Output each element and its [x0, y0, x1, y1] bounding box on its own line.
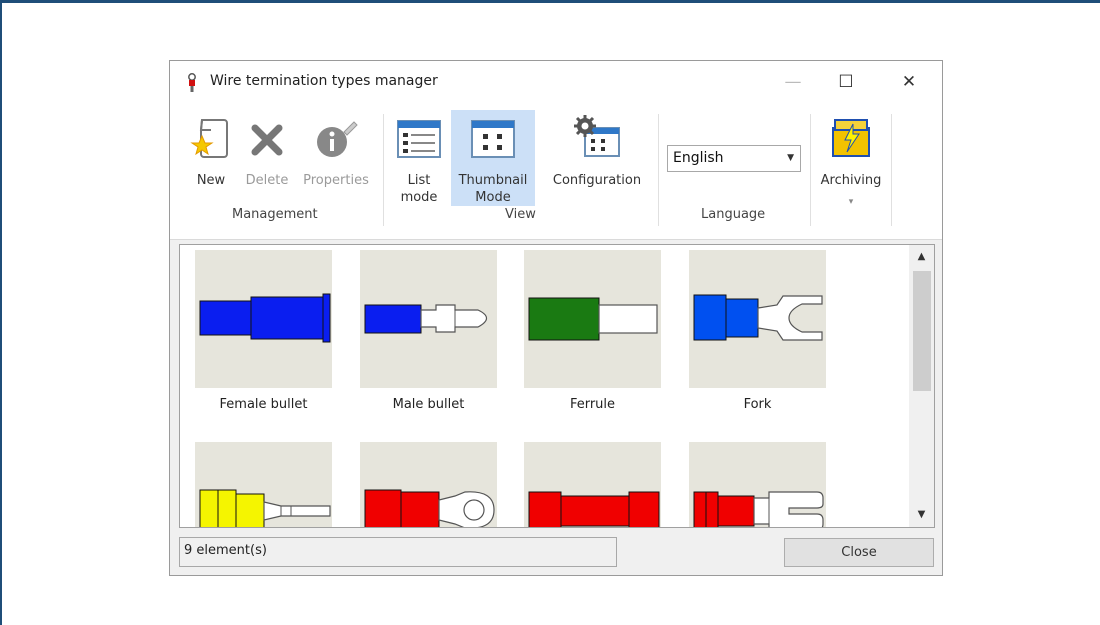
thumbnail-image: [195, 442, 332, 527]
view-group-label: View: [505, 207, 536, 222]
thumbnail-item[interactable]: Fork: [689, 250, 826, 412]
thumbnail-image: [524, 250, 661, 388]
properties-label: Properties: [303, 173, 369, 188]
hook-terminal-drawing: [693, 491, 824, 527]
thumbnail-item[interactable]: [524, 442, 661, 527]
vertical-scrollbar[interactable]: ▲ ▼: [909, 245, 934, 527]
delete-x-icon: [251, 124, 283, 156]
configuration-button[interactable]: Configuration: [542, 110, 652, 200]
new-label: New: [196, 173, 226, 188]
thumbnail-item[interactable]: [360, 442, 497, 527]
female-bullet-drawing: [199, 293, 331, 343]
chevron-down-icon: ▾: [848, 197, 854, 207]
archive-box-icon: [832, 119, 870, 157]
chevron-down-icon: ▼: [787, 153, 794, 163]
ferrule-drawing: [528, 297, 658, 341]
butt-splice-drawing: [528, 491, 660, 527]
manager-window: Wire termination types manager — ☐ ✕ New…: [169, 60, 943, 576]
configuration-label: Configuration: [552, 173, 642, 188]
maximize-button[interactable]: ☐: [823, 65, 869, 99]
pin-terminal-drawing: [199, 489, 331, 527]
thumbnail-item[interactable]: Male bullet: [360, 250, 497, 412]
close-button[interactable]: Close: [784, 538, 934, 567]
delete-label: Delete: [245, 173, 289, 188]
archiving-label: Archiving: [820, 173, 882, 188]
thumbnail-caption: Ferrule: [569, 397, 616, 412]
close-window-button[interactable]: ✕: [886, 65, 932, 99]
properties-button[interactable]: Properties: [296, 110, 376, 200]
ribbon-separator: [383, 114, 384, 226]
language-group-label: Language: [701, 207, 766, 222]
thumbnail-mode-button[interactable]: Thumbnail Mode: [451, 110, 535, 206]
language-selected-value: English: [673, 150, 724, 166]
ribbon-separator: [658, 114, 659, 226]
minimize-button[interactable]: —: [770, 65, 816, 99]
element-count-status: 9 element(s): [179, 537, 617, 567]
configuration-gear-icon: [574, 115, 620, 157]
thumbnail-list: Female bullet Male bullet Ferrule Fork ▲…: [179, 244, 935, 528]
properties-info-icon: [317, 121, 358, 157]
ribbon: New Delete Properties Management List mo…: [170, 104, 942, 240]
archiving-button[interactable]: Archiving ▾: [815, 110, 887, 220]
thumbnail-image: [689, 250, 826, 388]
thumbnail-caption: Fork: [743, 397, 772, 412]
thumbnail-mode-label-line1: Thumbnail: [458, 173, 528, 188]
new-document-icon: [190, 119, 228, 158]
thumbnail-image: [360, 442, 497, 527]
thumbnail-item[interactable]: Ferrule: [524, 250, 661, 412]
list-mode-label-line1: List: [407, 173, 431, 188]
male-bullet-drawing: [364, 304, 488, 334]
scrollbar-thumb[interactable]: [913, 271, 931, 391]
list-view-icon: [397, 120, 441, 158]
thumbnail-item[interactable]: Female bullet: [195, 250, 332, 412]
title-bar: Wire termination types manager — ☐ ✕: [170, 61, 942, 104]
thumbnail-view-icon: [471, 120, 515, 158]
thumbnail-caption: Male bullet: [392, 397, 465, 412]
thumbnail-image: [360, 250, 497, 388]
ring-terminal-drawing: [364, 489, 495, 527]
ribbon-separator: [891, 114, 892, 226]
thumbnail-image: [524, 442, 661, 527]
thumbnail-caption: Female bullet: [219, 397, 308, 412]
ribbon-separator: [810, 114, 811, 226]
thumbnail-mode-label-line2: Mode: [475, 190, 511, 205]
thumbnail-image: [195, 250, 332, 388]
new-button[interactable]: New: [184, 110, 238, 200]
thumbnail-item[interactable]: [689, 442, 826, 527]
fork-drawing: [693, 294, 823, 341]
window-title: Wire termination types manager: [210, 73, 438, 89]
scroll-up-arrow-icon[interactable]: ▲: [909, 247, 934, 267]
language-dropdown[interactable]: English ▼: [667, 145, 801, 172]
list-mode-button[interactable]: List mode: [390, 110, 448, 206]
delete-button[interactable]: Delete: [242, 110, 292, 200]
list-mode-label-line2: mode: [400, 190, 438, 205]
thumbnail-item[interactable]: [195, 442, 332, 527]
wire-terminal-app-icon: [188, 73, 196, 92]
thumbnail-image: [689, 442, 826, 527]
management-group-label: Management: [232, 207, 318, 222]
scroll-down-arrow-icon[interactable]: ▼: [909, 505, 934, 525]
